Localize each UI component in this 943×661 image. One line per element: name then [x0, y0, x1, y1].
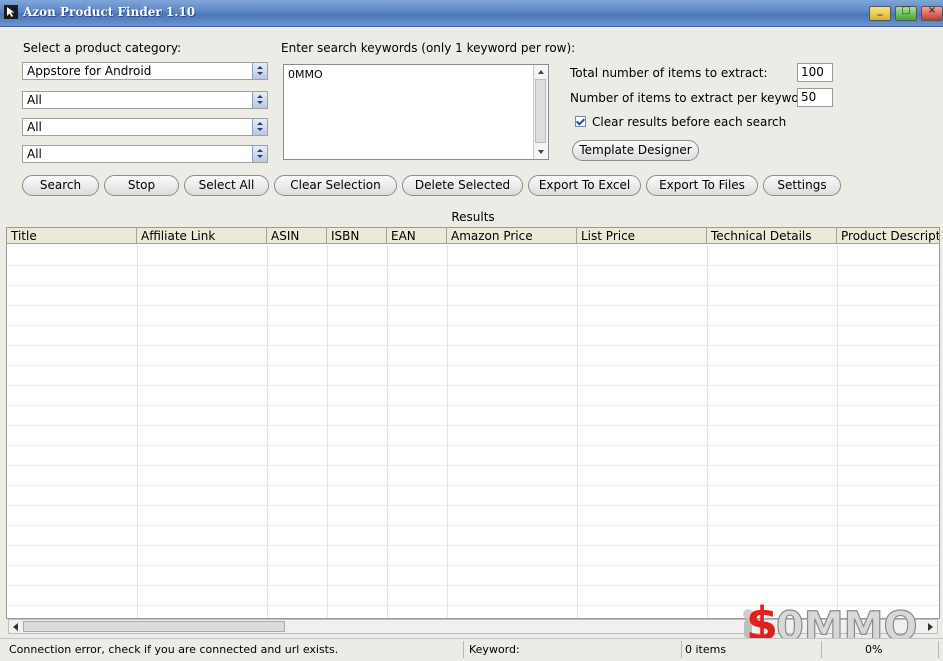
table-column-divider — [267, 245, 268, 618]
total-items-input[interactable]: 100 — [797, 63, 833, 82]
column-header-affiliate-link[interactable]: Affiliate Link — [137, 228, 267, 244]
title-bar: Azon Product Finder 1.10 _ □ × — [0, 0, 943, 27]
table-row-divider — [7, 425, 939, 426]
settings-button[interactable]: Settings — [763, 175, 841, 196]
table-row-divider — [7, 465, 939, 466]
app-cursor-icon — [4, 5, 18, 19]
category-select-4[interactable]: All — [22, 145, 268, 163]
table-row-divider — [7, 585, 939, 586]
per-keyword-input[interactable]: 50 — [797, 88, 833, 107]
table-column-divider — [707, 245, 708, 618]
export-files-button[interactable]: Export To Files — [646, 175, 758, 196]
table-row-divider — [7, 365, 939, 366]
table-column-divider — [577, 245, 578, 618]
table-row-divider — [7, 305, 939, 306]
table-column-divider — [387, 245, 388, 618]
results-title: Results — [451, 210, 495, 224]
table-row-divider — [7, 385, 939, 386]
maximize-icon: □ — [901, 5, 911, 16]
table-row-divider — [7, 525, 939, 526]
keywords-text: 0MMO — [288, 68, 323, 81]
table-row-divider — [7, 345, 939, 346]
category-select-2[interactable]: All — [22, 91, 268, 109]
scroll-right-icon[interactable] — [928, 623, 933, 631]
scroll-thumb[interactable] — [23, 621, 285, 632]
keywords-label: Enter search keywords (only 1 keyword pe… — [281, 41, 576, 55]
status-keyword: Keyword: — [466, 641, 682, 658]
category-select-value: Appstore for Android — [27, 64, 152, 78]
spinner-arrows-icon — [252, 92, 267, 108]
table-row-divider — [7, 265, 939, 266]
export-excel-button[interactable]: Export To Excel — [528, 175, 641, 196]
column-header-asin[interactable]: ASIN — [267, 228, 327, 244]
minimize-button[interactable]: _ — [869, 5, 891, 21]
column-header-amazon-price[interactable]: Amazon Price — [447, 228, 577, 244]
table-row-divider — [7, 485, 939, 486]
scroll-down-icon[interactable] — [538, 150, 544, 154]
maximize-button[interactable]: □ — [895, 5, 917, 21]
table-column-divider — [137, 245, 138, 618]
template-designer-button[interactable]: Template Designer — [572, 140, 699, 161]
scroll-thumb[interactable] — [535, 79, 546, 143]
results-table[interactable]: Title Affiliate Link ASIN ISBN EAN Amazo… — [6, 227, 940, 619]
window-title: Azon Product Finder 1.10 — [23, 5, 196, 19]
category-select-value: All — [27, 147, 42, 161]
category-select-1[interactable]: Appstore for Android — [22, 62, 268, 80]
table-row-divider — [7, 565, 939, 566]
table-column-divider — [327, 245, 328, 618]
category-label: Select a product category: — [23, 41, 182, 55]
status-bar: Connection error, check if you are conne… — [0, 638, 943, 661]
table-row-divider — [7, 545, 939, 546]
table-row-divider — [7, 325, 939, 326]
column-header-list-price[interactable]: List Price — [577, 228, 707, 244]
keywords-textarea[interactable]: 0MMO — [283, 64, 549, 160]
status-items: 0 items — [682, 641, 822, 658]
search-button[interactable]: Search — [22, 175, 99, 196]
status-message: Connection error, check if you are conne… — [6, 641, 464, 658]
spinner-arrows-icon — [252, 119, 267, 135]
column-header-ean[interactable]: EAN — [387, 228, 447, 244]
clear-results-label: Clear results before each search — [592, 115, 787, 129]
table-header: Title Affiliate Link ASIN ISBN EAN Amazo… — [7, 228, 939, 245]
column-header-technical-details[interactable]: Technical Details — [707, 228, 837, 244]
close-button[interactable]: × — [921, 5, 943, 21]
close-icon: × — [927, 5, 937, 16]
spinner-arrows-icon — [252, 146, 267, 162]
table-column-divider — [447, 245, 448, 618]
table-column-divider — [837, 245, 838, 618]
status-progress: 0% — [822, 641, 939, 658]
per-keyword-label: Number of items to extract per keyword: — [570, 91, 816, 105]
clear-results-checkbox[interactable] — [575, 116, 586, 127]
keywords-scrollbar[interactable] — [533, 65, 548, 159]
stop-button[interactable]: Stop — [104, 175, 179, 196]
clear-selection-button[interactable]: Clear Selection — [274, 175, 397, 196]
column-header-title[interactable]: Title — [7, 228, 137, 244]
column-header-product-description[interactable]: Product Descripti — [837, 228, 939, 244]
spinner-arrows-icon — [252, 63, 267, 79]
category-select-value: All — [27, 93, 42, 107]
delete-selected-button[interactable]: Delete Selected — [402, 175, 523, 196]
category-select-3[interactable]: All — [22, 118, 268, 136]
select-all-button[interactable]: Select All — [184, 175, 269, 196]
table-row-divider — [7, 445, 939, 446]
column-header-isbn[interactable]: ISBN — [327, 228, 387, 244]
category-select-value: All — [27, 120, 42, 134]
scroll-up-icon[interactable] — [538, 70, 544, 74]
minimize-icon: _ — [877, 5, 883, 16]
table-row-divider — [7, 405, 939, 406]
table-row-divider — [7, 505, 939, 506]
scroll-left-icon[interactable] — [13, 623, 18, 631]
table-row-divider — [7, 285, 939, 286]
total-items-label: Total number of items to extract: — [570, 66, 768, 80]
